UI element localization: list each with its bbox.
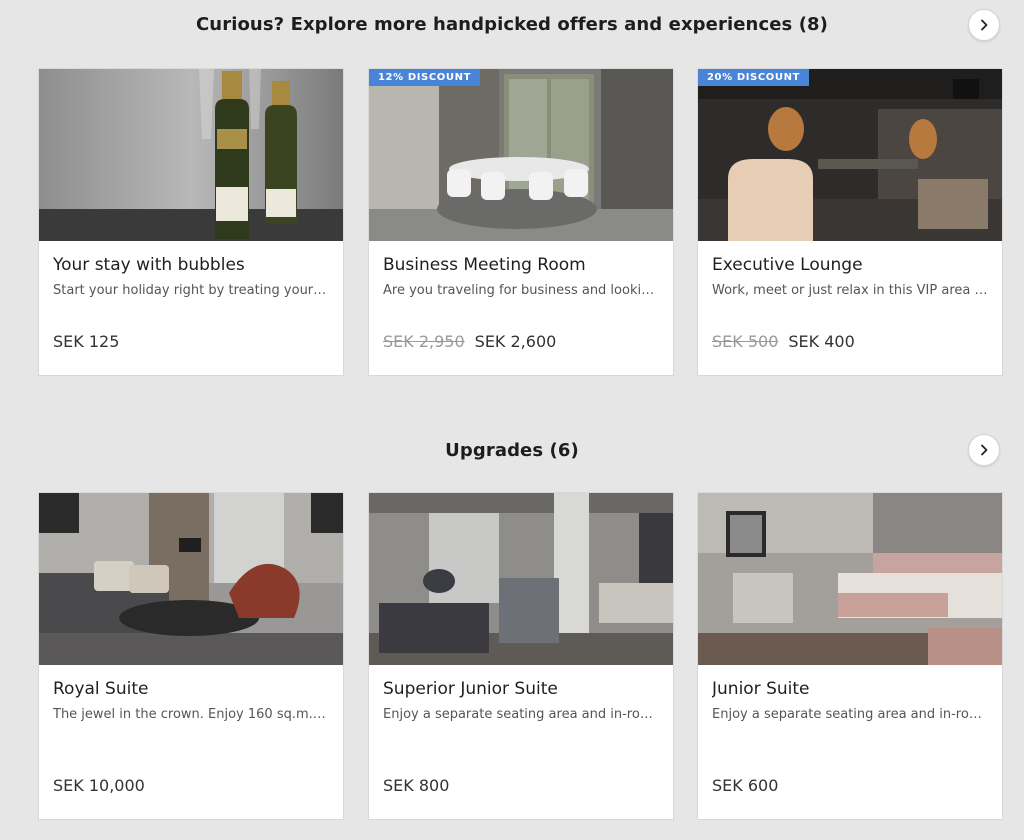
offers-section-title: Curious? Explore more handpicked offers … [196,14,828,35]
upgrades-section-title: Upgrades (6) [445,440,579,461]
offers-header: Curious? Explore more handpicked offers … [0,0,1024,50]
upgrades-next-button[interactable] [968,434,1000,466]
chevron-right-icon [978,19,990,31]
offer-description: Start your holiday right by treating you… [53,283,329,298]
current-price: SEK 400 [788,332,855,351]
upgrade-title: Junior Suite [712,679,810,699]
upgrade-title: Superior Junior Suite [383,679,558,699]
upgrade-body-superior-junior-suite: Superior Junior Suite Enjoy a separate s… [369,665,673,819]
upgrade-image-junior-suite [698,493,1002,665]
current-price: SEK 125 [53,332,120,351]
offer-price: SEK 2,950 SEK 2,600 [383,332,556,351]
discount-badge: 12% DISCOUNT [369,69,480,86]
offer-image-meeting-room: 12% DISCOUNT [369,69,673,241]
original-price: SEK 500 [712,332,779,351]
offer-title: Your stay with bubbles [53,255,245,275]
upgrade-image-royal-suite [39,493,343,665]
offer-card-executive-lounge[interactable]: 20% DISCOUNT Executive Lounge Work, meet… [697,68,1003,376]
upgrade-price: SEK 600 [712,776,779,795]
offer-price: SEK 125 [53,332,119,351]
discount-badge: 20% DISCOUNT [698,69,809,86]
offer-card-meeting-room[interactable]: 12% DISCOUNT Business Meeting Room Are y… [368,68,674,376]
offers-next-button[interactable] [968,9,1000,41]
upgrade-image-superior-junior-suite [369,493,673,665]
offer-description: Work, meet or just relax in this VIP are… [712,283,988,298]
upgrade-title: Royal Suite [53,679,149,699]
upgrade-body-royal-suite: Royal Suite The jewel in the crown. Enjo… [39,665,343,819]
offer-description: Are you traveling for business and looki… [383,283,659,298]
upgrades-section: Upgrades (6) [0,424,1024,474]
upgrade-card-junior-suite[interactable]: Junior Suite Enjoy a separate seating ar… [697,492,1003,820]
chevron-right-icon [978,444,990,456]
offer-body-executive-lounge: Executive Lounge Work, meet or just rela… [698,241,1002,375]
upgrade-description: Enjoy a separate seating area and in-roo… [712,707,988,722]
upgrade-price: SEK 10,000 [53,776,145,795]
offer-title: Executive Lounge [712,255,863,275]
offer-body-meeting-room: Business Meeting Room Are you traveling … [369,241,673,375]
offer-image-bubbles [39,69,343,241]
upgrade-price: SEK 800 [383,776,450,795]
current-price: SEK 2,600 [474,332,557,351]
upgrade-card-royal-suite[interactable]: Royal Suite The jewel in the crown. Enjo… [38,492,344,820]
offer-image-executive-lounge: 20% DISCOUNT [698,69,1002,241]
upgrades-header: Upgrades (6) [0,424,1024,474]
offer-body-bubbles: Your stay with bubbles Start your holida… [39,241,343,375]
offer-title: Business Meeting Room [383,255,586,275]
offers-section: Curious? Explore more handpicked offers … [0,0,1024,50]
offer-price: SEK 500 SEK 400 [712,332,855,351]
upgrade-body-junior-suite: Junior Suite Enjoy a separate seating ar… [698,665,1002,819]
upgrade-card-superior-junior-suite[interactable]: Superior Junior Suite Enjoy a separate s… [368,492,674,820]
offer-card-bubbles[interactable]: Your stay with bubbles Start your holida… [38,68,344,376]
original-price: SEK 2,950 [383,332,465,351]
upgrade-description: The jewel in the crown. Enjoy 160 sq.m. … [53,707,329,722]
upgrade-description: Enjoy a separate seating area and in-roo… [383,707,659,722]
